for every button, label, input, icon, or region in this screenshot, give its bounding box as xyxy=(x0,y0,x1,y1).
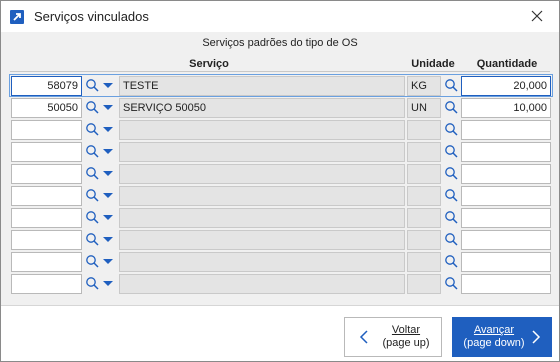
service-description xyxy=(119,230,405,250)
search-icon[interactable] xyxy=(85,144,99,158)
search-icon[interactable] xyxy=(444,210,458,224)
unit-field: UN xyxy=(407,98,441,118)
service-description: TESTE xyxy=(119,76,405,96)
service-code-input[interactable]: 58079 xyxy=(11,76,82,96)
service-code-input[interactable] xyxy=(11,252,82,272)
search-icon[interactable] xyxy=(85,254,99,268)
search-icon[interactable] xyxy=(444,78,458,92)
column-header-unidade: Unidade xyxy=(411,58,455,70)
quantity-input[interactable] xyxy=(461,252,551,272)
search-icon[interactable] xyxy=(85,122,99,136)
next-button[interactable]: Avançar (page down) xyxy=(452,317,552,357)
quantity-input[interactable] xyxy=(461,142,551,162)
service-code-input[interactable] xyxy=(11,142,82,162)
service-code-input[interactable] xyxy=(11,230,82,250)
quantity-input[interactable] xyxy=(461,230,551,250)
quantity-input[interactable] xyxy=(461,274,551,294)
table-row xyxy=(1,274,559,296)
service-description xyxy=(119,274,405,294)
table-row xyxy=(1,120,559,142)
search-icon[interactable] xyxy=(85,166,99,180)
service-description: SERVIÇO 50050 xyxy=(119,98,405,118)
unit-field: KG xyxy=(407,76,441,96)
quantity-input[interactable]: 10,000 xyxy=(461,98,551,118)
search-icon[interactable] xyxy=(444,144,458,158)
unit-field xyxy=(407,252,441,272)
table-row xyxy=(1,142,559,164)
dropdown-icon[interactable] xyxy=(103,259,113,264)
table-row xyxy=(1,208,559,230)
search-icon[interactable] xyxy=(444,276,458,290)
search-icon[interactable] xyxy=(444,188,458,202)
dropdown-icon[interactable] xyxy=(103,193,113,198)
service-description xyxy=(119,186,405,206)
dropdown-icon[interactable] xyxy=(103,83,113,88)
search-icon[interactable] xyxy=(444,232,458,246)
quantity-input[interactable] xyxy=(461,208,551,228)
search-icon[interactable] xyxy=(85,210,99,224)
service-code-input[interactable] xyxy=(11,186,82,206)
search-icon[interactable] xyxy=(444,166,458,180)
quantity-input[interactable] xyxy=(461,164,551,184)
back-button[interactable]: Voltar (page up) xyxy=(344,317,442,357)
unit-field xyxy=(407,120,441,140)
back-button-label: Voltar (page up) xyxy=(382,324,430,349)
service-description xyxy=(119,142,405,162)
dropdown-icon[interactable] xyxy=(103,127,113,132)
table-row: 58079 TESTE KG 20,000 xyxy=(1,74,559,98)
footer-divider xyxy=(1,305,559,306)
dropdown-icon[interactable] xyxy=(103,149,113,154)
section-caption: Serviços padrões do tipo de OS xyxy=(202,37,358,49)
search-icon[interactable] xyxy=(85,100,99,114)
service-code-input[interactable] xyxy=(11,164,82,184)
unit-field xyxy=(407,186,441,206)
unit-field xyxy=(407,142,441,162)
service-code-input[interactable]: 50050 xyxy=(11,98,82,118)
service-description xyxy=(119,120,405,140)
chevron-left-icon xyxy=(359,330,368,344)
content-area: Serviços padrões do tipo de OS Serviço U… xyxy=(1,32,559,305)
search-icon[interactable] xyxy=(444,100,458,114)
app-icon xyxy=(10,10,24,24)
table-row xyxy=(1,230,559,252)
unit-field xyxy=(407,230,441,250)
table-row xyxy=(1,186,559,208)
header-divider xyxy=(10,71,550,72)
table-row xyxy=(1,252,559,274)
quantity-input[interactable] xyxy=(461,186,551,206)
dropdown-icon[interactable] xyxy=(103,237,113,242)
title-bar: Serviços vinculados xyxy=(1,1,559,32)
dialog-window: Serviços vinculados Serviços padrões do … xyxy=(0,0,560,362)
search-icon[interactable] xyxy=(85,188,99,202)
search-icon[interactable] xyxy=(85,232,99,246)
unit-field xyxy=(407,164,441,184)
search-icon[interactable] xyxy=(85,78,99,92)
dropdown-icon[interactable] xyxy=(103,215,113,220)
dropdown-icon[interactable] xyxy=(103,171,113,176)
chevron-right-icon xyxy=(532,330,541,344)
column-header-servico: Serviço xyxy=(189,58,229,70)
quantity-input[interactable]: 20,000 xyxy=(461,76,551,96)
service-code-input[interactable] xyxy=(11,274,82,294)
search-icon[interactable] xyxy=(85,276,99,290)
table-row xyxy=(1,164,559,186)
service-description xyxy=(119,164,405,184)
service-code-input[interactable] xyxy=(11,208,82,228)
next-button-label: Avançar (page down) xyxy=(463,324,525,349)
window-title: Serviços vinculados xyxy=(34,9,149,24)
service-description xyxy=(119,252,405,272)
column-header-quantidade: Quantidade xyxy=(476,58,538,70)
close-icon[interactable] xyxy=(529,8,545,24)
search-icon[interactable] xyxy=(444,254,458,268)
unit-field xyxy=(407,208,441,228)
quantity-input[interactable] xyxy=(461,120,551,140)
search-icon[interactable] xyxy=(444,122,458,136)
unit-field xyxy=(407,274,441,294)
service-description xyxy=(119,208,405,228)
service-code-input[interactable] xyxy=(11,120,82,140)
table-row: 50050 SERVIÇO 50050 UN 10,000 xyxy=(1,98,559,120)
dropdown-icon[interactable] xyxy=(103,105,113,110)
dropdown-icon[interactable] xyxy=(103,281,113,286)
